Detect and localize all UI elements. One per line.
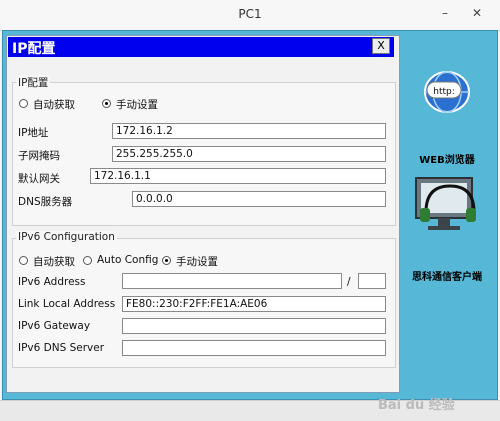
ipv4-static-radio[interactable]: [102, 99, 111, 108]
ipv6-dns-server-label: IPv6 DNS Server: [18, 342, 105, 354]
ipv6-static-radio[interactable]: [162, 256, 171, 265]
dns-server-field[interactable]: 0.0.0.0: [132, 191, 386, 207]
baidu-watermark: Bai du 经验: [378, 398, 455, 413]
http-icon-text: http:: [433, 87, 455, 97]
ipv6-auto-config-radio[interactable]: [83, 256, 92, 265]
ipv6-prefix-separator: /: [347, 276, 351, 288]
dns-server-label: DNS服务器: [18, 196, 73, 208]
link-local-address-field[interactable]: FE80::230:F2FF:FE1A:AE06: [122, 296, 386, 312]
ipv6-address-label: IPv6 Address: [18, 276, 86, 288]
link-local-address-label: Link Local Address: [18, 298, 116, 310]
default-gateway-field[interactable]: 172.16.1.1: [90, 168, 386, 184]
dialog-close-button[interactable]: X: [372, 38, 390, 54]
ipv4-dhcp-label[interactable]: 自动获取: [33, 97, 75, 112]
ipv6-gateway-label: IPv6 Gateway: [18, 320, 91, 332]
ipv6-address-field[interactable]: [122, 273, 342, 289]
subnet-mask-field[interactable]: 255.255.255.0: [112, 146, 386, 162]
ipv4-section-title: IP配置: [16, 75, 51, 90]
dialog-titlebar[interactable]: [8, 37, 394, 57]
ipv6-gateway-field[interactable]: [122, 318, 386, 334]
web-browser-app[interactable]: http:: [409, 62, 485, 124]
window-title: PC1: [238, 7, 262, 21]
ipv6-dns-server-field[interactable]: [122, 340, 386, 356]
minimize-icon[interactable]: –: [438, 6, 452, 20]
ip-address-field[interactable]: 172.16.1.2: [112, 123, 386, 139]
ipv6-static-label[interactable]: 手动设置: [176, 254, 218, 269]
ipv4-dhcp-radio[interactable]: [19, 99, 28, 108]
ipv4-static-label[interactable]: 手动设置: [116, 97, 158, 112]
web-browser-icon: http:: [409, 62, 485, 124]
web-browser-label[interactable]: WEB浏览器: [404, 151, 490, 166]
ipv6-section-title: IPv6 Configuration: [16, 231, 117, 243]
cisco-ip-communicator-label[interactable]: 思科通信客户端: [404, 268, 490, 283]
ipv6-auto-config-label[interactable]: Auto Config: [97, 254, 158, 266]
default-gateway-label: 默认网关: [18, 173, 60, 185]
subnet-mask-label: 子网掩码: [18, 150, 60, 162]
cisco-ip-communicator-app[interactable]: [412, 172, 482, 238]
dialog-title: IP配置: [12, 41, 56, 57]
close-window-icon[interactable]: ✕: [470, 6, 484, 20]
ip-address-label: IP地址: [18, 127, 49, 139]
ipv6-prefix-field[interactable]: [358, 273, 386, 289]
ipv6-dhcp-radio[interactable]: [19, 256, 28, 265]
cisco-ip-communicator-icon: [415, 177, 476, 230]
ipv6-dhcp-label[interactable]: 自动获取: [33, 254, 75, 269]
